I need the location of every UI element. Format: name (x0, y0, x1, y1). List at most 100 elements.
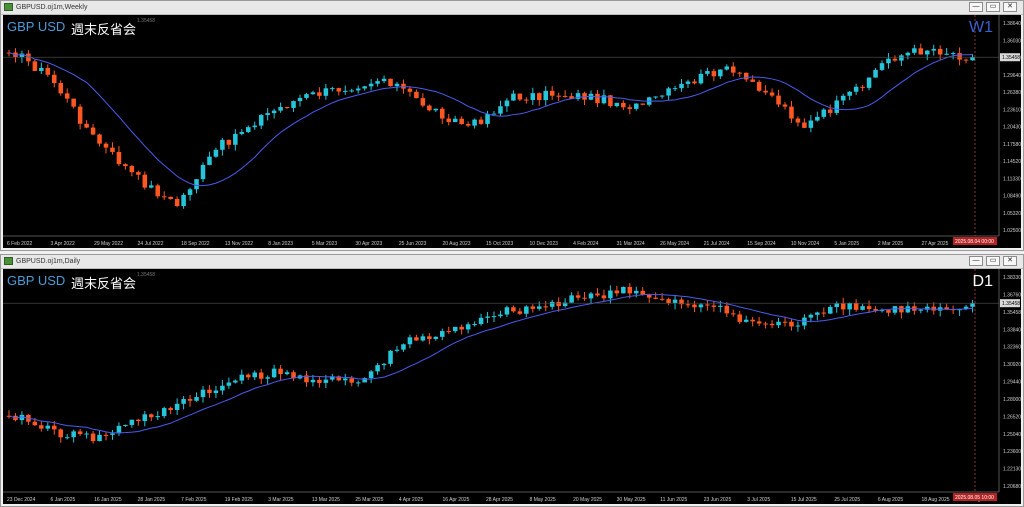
date-axis-label: 15 Oct 2023 (486, 241, 513, 247)
candle-body (498, 106, 503, 114)
weekly-symbol-label: GBP USD (7, 19, 66, 34)
date-axis-label: 5 Mar 2023 (312, 241, 338, 247)
candle-body (433, 336, 439, 339)
close-button[interactable]: ✕ (1003, 256, 1017, 266)
date-axis-label: 30 Apr 2023 (355, 241, 382, 247)
date-axis-label: 23 Jun 2025 (704, 497, 732, 503)
candle-body (343, 378, 348, 381)
candle-body (478, 317, 484, 325)
candle-body (271, 368, 277, 378)
date-axis-label: 15 Jul 2025 (791, 497, 817, 503)
candle-body (440, 108, 445, 119)
candle-body (478, 119, 484, 124)
candle-body (504, 100, 510, 107)
maximize-button[interactable]: ▭ (986, 2, 1000, 12)
candle-body (52, 425, 57, 430)
candle-body (840, 95, 846, 101)
candle-body (465, 324, 471, 330)
price-axis-label: 1.02500 (1003, 228, 1021, 234)
minimize-button[interactable]: — (969, 256, 983, 266)
date-axis-label: 25 Jul 2025 (834, 497, 860, 503)
price-axis-label: 1.38640 (1003, 21, 1021, 27)
candle-body (103, 434, 109, 436)
close-button[interactable]: ✕ (1003, 2, 1017, 12)
daily-tiny-price: 1.35458 (137, 272, 156, 278)
candle-body (155, 185, 160, 197)
candle-body (549, 301, 555, 307)
weekly-chart-area[interactable]: 1.386401.360301.328101.296401.263801.236… (3, 15, 1021, 248)
date-axis-label: 24 Jul 2022 (138, 241, 164, 247)
candle-body (925, 50, 930, 55)
candle-body (666, 299, 671, 304)
candle-body (420, 98, 426, 106)
candle-body (556, 95, 561, 97)
candle-body (776, 321, 781, 326)
candle-body (931, 306, 936, 311)
candle-body (524, 306, 529, 314)
candle-body (472, 324, 477, 326)
candle-body (381, 363, 387, 366)
candle-body (937, 48, 943, 55)
candle-body (368, 83, 374, 87)
weekly-titlebar[interactable]: GBPUSD.oj1m,Weekly — ▭ ✕ (1, 1, 1023, 15)
price-axis-label: 1.20680 (1003, 484, 1021, 490)
candle-body (427, 105, 432, 111)
candle-body (174, 403, 180, 410)
candle-body (375, 365, 380, 372)
candle-body (71, 98, 76, 107)
candle-body (963, 59, 969, 61)
candle-body (769, 323, 775, 326)
candle-body (743, 319, 749, 322)
candle-body (194, 397, 199, 401)
candle-body (569, 295, 574, 303)
candle-body (77, 106, 83, 124)
candle-body (698, 304, 704, 308)
candle-body (207, 156, 212, 165)
candle-body (743, 72, 749, 80)
candle-body (317, 379, 322, 383)
candle-body (543, 306, 548, 308)
candle-body (873, 69, 878, 78)
candle-body (595, 93, 600, 104)
candle-body (685, 81, 691, 84)
candle-body (323, 379, 329, 383)
candle-body (84, 123, 89, 128)
price-axis-label: 1.05320 (1003, 211, 1021, 217)
candle-body (427, 336, 432, 339)
candle-body (446, 118, 451, 123)
daily-caption: 週末反省会 (71, 276, 137, 291)
daily-titlebar[interactable]: GBPUSD.oj1m,Daily — ▭ ✕ (1, 255, 1023, 269)
candle-body (323, 88, 329, 96)
minimize-button[interactable]: — (969, 2, 983, 12)
daily-chart-area[interactable]: 1.38330 1.36760 1.35458 1.33840 1.32360 1.309… (3, 269, 1021, 504)
candle-body (187, 189, 193, 195)
candle-body (698, 73, 704, 84)
candle-body (530, 306, 536, 309)
daily-candlestick-chart[interactable]: 1.38330 1.36760 1.35458 1.33840 1.32360 1.309… (3, 269, 1023, 504)
date-axis-label: 16 Apr 2025 (442, 497, 469, 503)
candle-body (931, 48, 936, 51)
candle-body (258, 115, 264, 126)
candle-body (71, 431, 76, 438)
maximize-button[interactable]: ▭ (986, 256, 1000, 266)
candle-body (685, 304, 691, 306)
weekly-caption: 週末反省会 (71, 22, 137, 37)
candle-body (58, 429, 63, 438)
candle-body (485, 114, 490, 124)
candle-body (537, 93, 542, 101)
candle-body (187, 399, 193, 401)
date-axis-label: 25 Mar 2025 (355, 497, 383, 503)
candle-body (401, 344, 406, 350)
date-axis-label: 23 Dec 2024 (7, 497, 36, 503)
candle-body (452, 326, 458, 332)
candle-body (368, 371, 374, 379)
date-axis-label: 26 May 2024 (660, 241, 689, 247)
weekly-candlestick-chart[interactable]: 1.386401.360301.328101.296401.263801.236… (3, 15, 1023, 248)
chart-window-icon (4, 3, 13, 11)
candle-body (155, 416, 160, 418)
candle-body (679, 83, 684, 89)
candle-body (970, 57, 975, 61)
candle-body (692, 81, 697, 84)
candle-body (362, 86, 367, 89)
candle-body (465, 124, 471, 126)
